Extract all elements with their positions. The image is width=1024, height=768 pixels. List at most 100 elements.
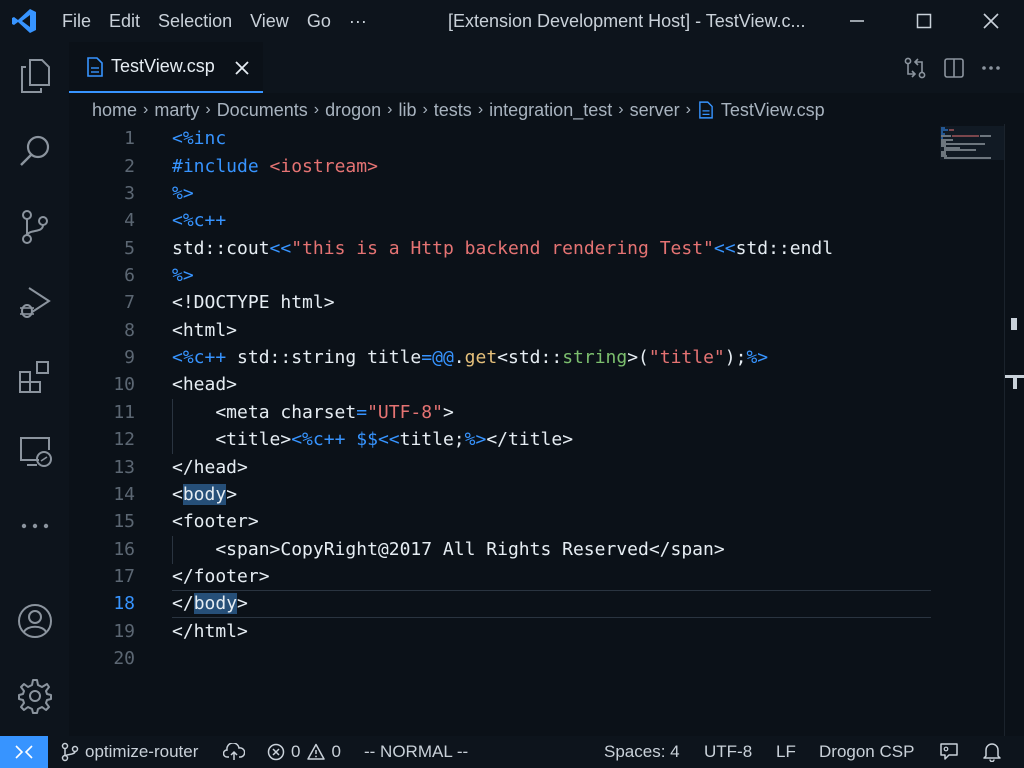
bell-icon xyxy=(983,743,1001,762)
breadcrumb-drogon[interactable]: drogon xyxy=(325,100,381,121)
close-window-button[interactable] xyxy=(958,0,1024,42)
git-branch-button[interactable]: optimize-router xyxy=(61,736,198,768)
code-line: </html> xyxy=(172,621,248,642)
breadcrumb-tests[interactable]: tests xyxy=(434,100,472,121)
chevron-right-icon: › xyxy=(685,101,691,118)
settings-gear-icon xyxy=(17,679,52,714)
line-number: 9 xyxy=(124,347,135,368)
minimize-button[interactable] xyxy=(824,0,890,42)
indentation-label: Spaces: 4 xyxy=(604,742,680,761)
code-line: </head> xyxy=(172,457,248,478)
more-actions-icon xyxy=(982,65,1000,70)
split-editor-icon xyxy=(944,57,964,78)
chevron-right-icon: › xyxy=(205,101,211,118)
code-line: <footer> xyxy=(172,511,259,532)
breadcrumb: home › marty › Documents › drogon › lib › tes… xyxy=(92,95,825,125)
tab-close-icon[interactable] xyxy=(235,61,249,75)
code-line: %> xyxy=(172,265,194,286)
menu-view[interactable]: View xyxy=(241,0,298,42)
eol-button[interactable]: LF xyxy=(776,736,796,768)
minimap-preview xyxy=(940,126,1004,160)
menu-edit[interactable]: Edit xyxy=(100,0,149,42)
account-button[interactable] xyxy=(0,593,69,649)
error-icon xyxy=(267,743,285,761)
breadcrumb-documents[interactable]: Documents xyxy=(217,100,308,121)
minimap[interactable] xyxy=(931,124,1004,736)
feedback-button[interactable] xyxy=(939,736,959,768)
account-icon xyxy=(17,604,52,638)
compare-changes-icon xyxy=(904,57,926,78)
menu-more[interactable]: ··· xyxy=(340,0,376,42)
remote-indicator-button[interactable] xyxy=(0,736,48,768)
code-line: <title><%c++ $$<<title;%></title> xyxy=(172,429,574,450)
explorer-icon xyxy=(20,59,50,93)
code-line: <body> xyxy=(172,484,238,505)
breadcrumb-file[interactable]: TestView.csp xyxy=(721,100,825,121)
line-number: 2 xyxy=(124,156,135,177)
source-control-button[interactable] xyxy=(0,199,69,255)
search-button[interactable] xyxy=(0,123,69,179)
cloud-sync-icon xyxy=(223,743,245,760)
feedback-icon xyxy=(940,743,958,760)
window-title: [Extension Development Host] - TestView.… xyxy=(448,11,806,31)
open-changes-button[interactable] xyxy=(896,42,934,93)
extensions-icon xyxy=(18,361,49,393)
tab-testview-csp[interactable]: TestView.csp xyxy=(69,42,263,93)
error-count: 0 xyxy=(291,742,301,761)
warning-count: 0 xyxy=(331,742,341,761)
sync-button[interactable] xyxy=(223,736,245,768)
explorer-button[interactable] xyxy=(0,48,69,104)
run-debug-icon xyxy=(19,287,51,318)
code-line: <%c++ std::string title=@@.get<std::stri… xyxy=(172,347,769,368)
vim-mode-label: -- NORMAL -- xyxy=(364,742,469,761)
code-line: %> xyxy=(172,183,194,204)
menu-file[interactable]: File xyxy=(48,0,100,42)
split-editor-button[interactable] xyxy=(935,42,973,93)
scrollbar-thumb-marker xyxy=(1011,318,1017,330)
line-number: 4 xyxy=(124,210,135,231)
language-mode-button[interactable]: Drogon CSP xyxy=(819,736,914,768)
file-icon xyxy=(87,56,103,77)
line-number: 14 xyxy=(113,484,135,505)
maximize-icon xyxy=(916,13,932,29)
extensions-button[interactable] xyxy=(0,349,69,405)
line-number: 13 xyxy=(113,457,135,478)
indentation-button[interactable]: Spaces: 4 xyxy=(604,736,680,768)
breadcrumb-integration-test[interactable]: integration_test xyxy=(489,100,612,121)
vertical-scrollbar[interactable] xyxy=(1004,124,1024,736)
source-control-icon xyxy=(21,210,48,244)
code-editor[interactable]: 1 2 3 4 5 6 7 8 9 10 11 12 13 14 15 16 1… xyxy=(69,124,931,736)
remote-explorer-button[interactable] xyxy=(0,424,69,480)
code-line: <html> xyxy=(172,320,238,341)
more-views-button[interactable] xyxy=(0,498,69,554)
menu-selection[interactable]: Selection xyxy=(149,0,241,42)
code-line: <span>CopyRight@2017 All Rights Reserved… xyxy=(172,539,725,560)
settings-button[interactable] xyxy=(0,668,69,724)
chevron-right-icon: › xyxy=(387,101,393,118)
encoding-button[interactable]: UTF-8 xyxy=(704,736,752,768)
git-branch-icon xyxy=(61,742,79,762)
notifications-button[interactable] xyxy=(983,736,1001,768)
line-number: 17 xyxy=(113,566,135,587)
run-debug-button[interactable] xyxy=(0,274,69,330)
line-number: 16 xyxy=(113,539,135,560)
breadcrumb-home[interactable]: home xyxy=(92,100,137,121)
editor-more-actions-button[interactable] xyxy=(972,42,1010,93)
file-icon xyxy=(699,101,713,119)
breadcrumb-server[interactable]: server xyxy=(630,100,680,121)
scrollbar-selection-marker xyxy=(1013,378,1017,389)
current-line-highlight xyxy=(172,590,931,618)
more-icon xyxy=(21,523,48,529)
maximize-button[interactable] xyxy=(891,0,957,42)
vim-mode-indicator: -- NORMAL -- xyxy=(364,736,468,768)
line-number: 6 xyxy=(124,265,135,286)
line-number: 5 xyxy=(124,238,135,259)
code-line: <%c++ xyxy=(172,210,227,231)
code-line: #include <iostream> xyxy=(172,156,378,177)
problems-button[interactable]: 0 0 xyxy=(267,736,341,768)
breadcrumb-lib[interactable]: lib xyxy=(398,100,416,121)
breadcrumb-marty[interactable]: marty xyxy=(154,100,199,121)
minimize-icon xyxy=(850,20,864,22)
tab-bar: TestView.csp xyxy=(69,42,1024,93)
menu-go[interactable]: Go xyxy=(298,0,340,42)
